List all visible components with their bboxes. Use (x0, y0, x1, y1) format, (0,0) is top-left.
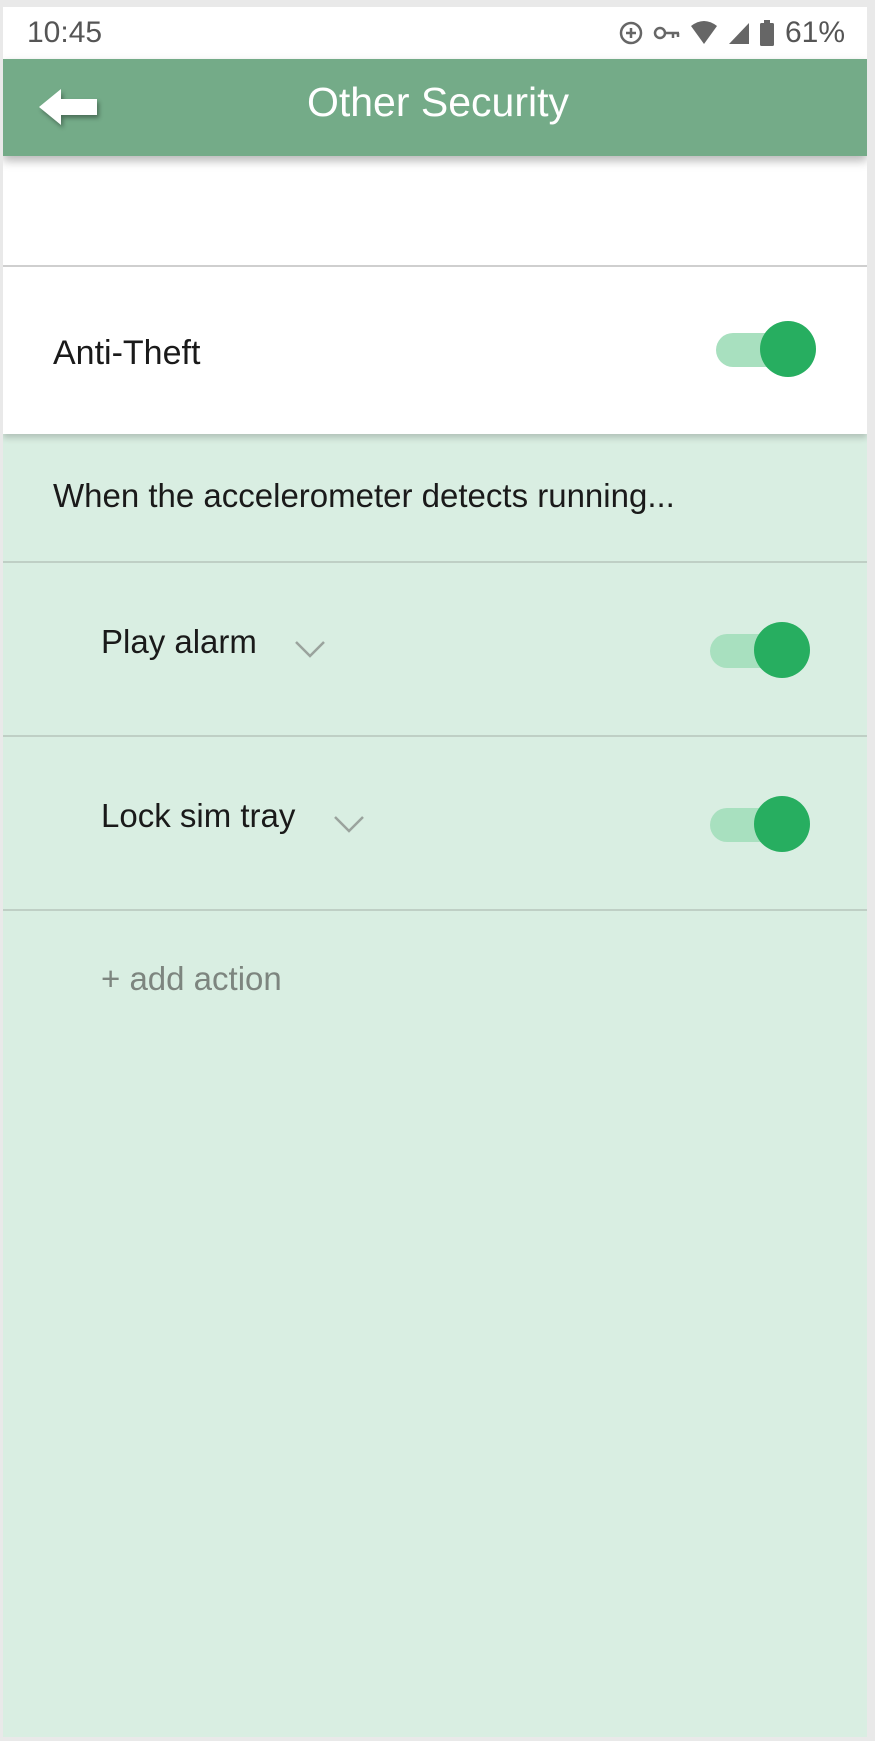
anti-theft-toggle[interactable] (716, 321, 816, 377)
anti-theft-card: Anti-Theft (3, 156, 867, 434)
status-icons: 61% (618, 16, 845, 50)
battery-icon (759, 20, 774, 46)
chevron-down-icon[interactable] (333, 814, 365, 834)
toggle-thumb (754, 622, 810, 678)
action-row-play-alarm: Play alarm (3, 563, 867, 735)
card-divider (3, 265, 867, 267)
trigger-description: When the accelerometer detects running..… (53, 477, 675, 514)
cell-signal-icon (727, 21, 751, 45)
action-row-lock-sim-tray: Lock sim tray (3, 737, 867, 909)
divider (3, 909, 867, 911)
anti-theft-label: Anti-Theft (53, 334, 201, 372)
action-label: Play alarm (101, 623, 257, 660)
toggle-thumb (754, 796, 810, 852)
status-bar: 10:45 61% (3, 7, 867, 59)
screen: 10:45 61% Other Security Anti-Theft When… (3, 7, 867, 1737)
action-label: Lock sim tray (101, 797, 296, 834)
add-action-button[interactable]: + add action (101, 960, 282, 998)
battery-percentage: 61% (784, 16, 845, 49)
chevron-down-icon[interactable] (294, 639, 326, 659)
data-saver-icon (618, 20, 644, 46)
page-title: Other Security (306, 79, 570, 125)
vpn-key-icon (653, 23, 681, 43)
toggle-thumb (760, 321, 816, 377)
play-alarm-toggle[interactable] (710, 622, 810, 678)
app-bar: Other Security (3, 59, 867, 156)
status-time: 10:45 (27, 16, 103, 49)
wifi-icon (690, 21, 718, 45)
lock-sim-tray-toggle[interactable] (710, 796, 810, 852)
